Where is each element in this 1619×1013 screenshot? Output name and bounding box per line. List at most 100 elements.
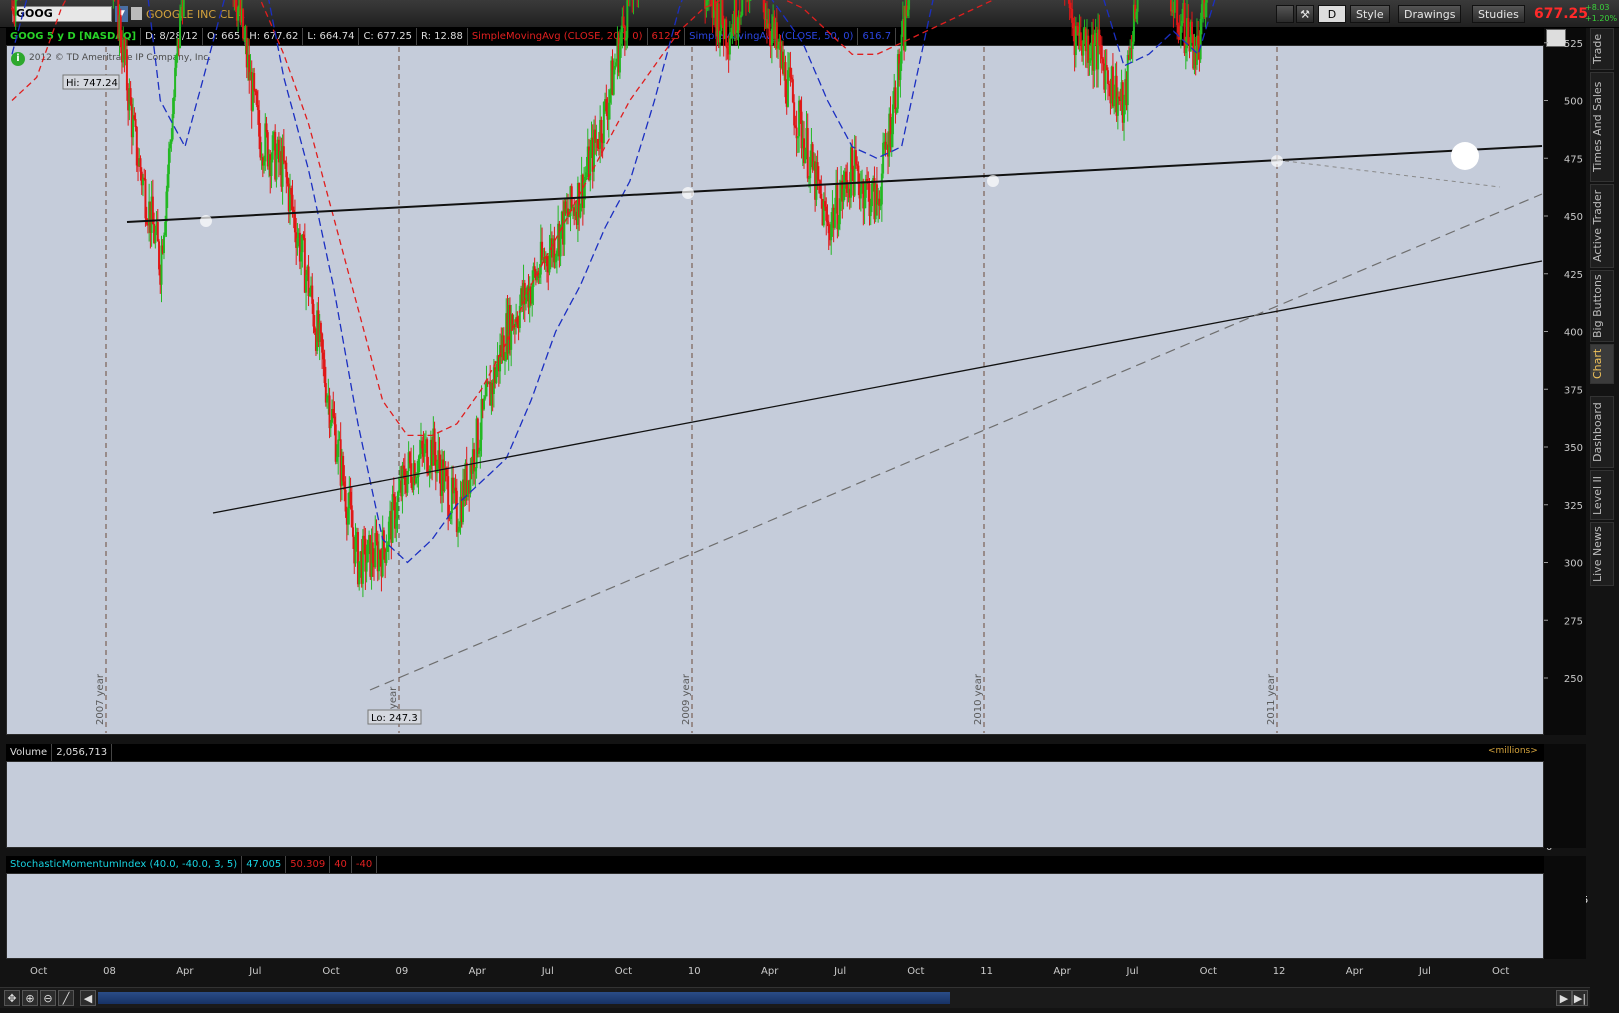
candle-body [253, 73, 256, 91]
candle-body [1176, 0, 1179, 26]
candle-body [144, 178, 147, 219]
candle-body [171, 114, 174, 140]
tab-trade[interactable]: Trade [1590, 28, 1614, 70]
candle-body [721, 0, 724, 25]
candle-body [423, 443, 426, 457]
candle-body [290, 188, 293, 195]
candle-body [891, 104, 894, 135]
candle-body [365, 562, 368, 572]
candle-body [833, 209, 836, 228]
candle-body [1135, 11, 1138, 19]
candle-body [334, 424, 337, 462]
tab-times-and-sales[interactable]: Times And Sales [1590, 72, 1614, 182]
candle-body [1205, 0, 1208, 3]
candle-body [819, 180, 822, 194]
candle-body [358, 561, 361, 585]
smi-scale [1544, 856, 1586, 959]
candle-body [234, 0, 237, 9]
candle-body [859, 187, 862, 199]
candle-body [361, 535, 364, 584]
candle-body [391, 494, 394, 543]
candle-body [596, 138, 599, 149]
candle-body [172, 97, 175, 115]
pan-icon[interactable]: ✥ [4, 990, 20, 1006]
candle-body [179, 10, 182, 48]
candle-body [319, 322, 322, 334]
zoom-in-icon[interactable]: ⊕ [22, 990, 38, 1006]
candle-body [826, 220, 829, 223]
candle-body [371, 542, 374, 564]
candle-body [347, 508, 350, 525]
candle-body [794, 125, 797, 128]
candle-body [265, 123, 268, 133]
candle-body [748, 0, 751, 1]
price-tick-label: 250 [1564, 674, 1583, 685]
candle-body [1179, 25, 1182, 40]
candle-body [900, 34, 903, 64]
candle-body [154, 232, 157, 243]
candle-body [275, 155, 278, 180]
scroll-thumb[interactable] [98, 992, 950, 1004]
tab-active-trader[interactable]: Active Trader [1590, 184, 1614, 268]
zoom-out-icon[interactable]: ⊖ [40, 990, 56, 1006]
price-tick-label: 375 [1564, 385, 1583, 396]
x-axis-label: Apr [176, 966, 194, 977]
tab-level-ii[interactable]: Level II [1590, 470, 1614, 520]
candle-body [258, 110, 261, 137]
candle-body [284, 160, 287, 163]
scroll-right-icon[interactable]: ▶ [1556, 990, 1572, 1006]
candle-body [308, 292, 311, 296]
candle-body [387, 521, 390, 546]
smi-value-4: -40 [352, 856, 378, 873]
scroll-left-icon[interactable]: ◀ [80, 990, 96, 1006]
candle-body [890, 134, 893, 148]
tab-live-news[interactable]: Live News [1590, 522, 1614, 586]
touch-marker [200, 215, 212, 227]
time-scrollbar[interactable]: ✥ ⊕ ⊖ ╱ ◀ ▶ ▶| [0, 987, 1590, 1008]
candle-body [386, 545, 389, 552]
candle-body [726, 46, 729, 49]
candle-body [1197, 35, 1200, 45]
candle-body [408, 452, 411, 464]
candle-body [119, 15, 122, 48]
candle-body [366, 540, 369, 563]
candle-body [718, 30, 721, 43]
candle-body [1183, 2, 1186, 54]
candle-body [568, 216, 571, 218]
candle-body [605, 99, 608, 112]
x-axis-label: Oct [1492, 966, 1510, 977]
candle-body [579, 205, 582, 218]
candle-body [555, 250, 558, 257]
candle-body [851, 147, 854, 170]
candle-body [538, 274, 541, 278]
candle-body [1173, 0, 1176, 13]
candle-body [585, 172, 588, 177]
candle-body [312, 303, 315, 327]
candle-body [321, 333, 324, 353]
price-tick-label: 425 [1564, 270, 1583, 281]
candle-body [385, 551, 388, 563]
candle-body [1069, 8, 1072, 10]
candle-body [626, 0, 629, 38]
tab-chart[interactable]: Chart [1590, 344, 1614, 384]
x-axis-label: 08 [103, 966, 116, 977]
candle-body [363, 535, 366, 539]
candle-body [1082, 39, 1085, 56]
tab-dashboard[interactable]: Dashboard [1590, 396, 1614, 468]
candle-body [1074, 25, 1077, 56]
candle-body [741, 0, 744, 16]
scroll-end-icon[interactable]: ▶| [1572, 990, 1588, 1006]
touch-marker [682, 187, 694, 199]
candle-body [1087, 35, 1090, 63]
candle-body [256, 104, 259, 111]
tab-big-buttons[interactable]: Big Buttons [1590, 270, 1614, 342]
price-tick-label: 300 [1564, 559, 1583, 570]
candle-body [706, 0, 709, 1]
price-tick-label: 450 [1564, 212, 1583, 223]
candle-body [286, 177, 289, 184]
draw-line-icon[interactable]: ╱ [58, 990, 74, 1006]
candle-body [436, 461, 439, 474]
candle-body [570, 186, 573, 208]
x-axis-label: Jul [541, 966, 554, 977]
smi-header: StochasticMomentumIndex (40.0, -40.0, 3,… [6, 856, 1544, 874]
